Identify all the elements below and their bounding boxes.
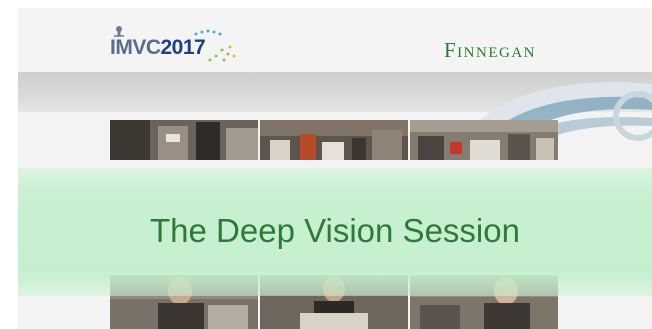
title-slide: IMVC2017 Finnegan The Deep Vision Sessio…: [18, 8, 652, 329]
conference-booth-photo: [410, 120, 558, 160]
session-title: The Deep Vision Session: [150, 212, 520, 249]
logo-year-text: 2017: [160, 36, 206, 59]
video-frame: IMVC2017 Finnegan The Deep Vision Sessio…: [0, 0, 652, 329]
brand-name: Finnegan: [444, 38, 536, 62]
conference-crowd-photo: [110, 120, 258, 160]
imvc-logo: IMVC2017: [110, 20, 240, 70]
logo-wordmark: IMVC2017: [110, 36, 206, 60]
conference-table-photo: [260, 120, 408, 160]
logo-main-text: IMVC: [110, 36, 161, 59]
slide-header: IMVC2017 Finnegan: [18, 8, 652, 72]
